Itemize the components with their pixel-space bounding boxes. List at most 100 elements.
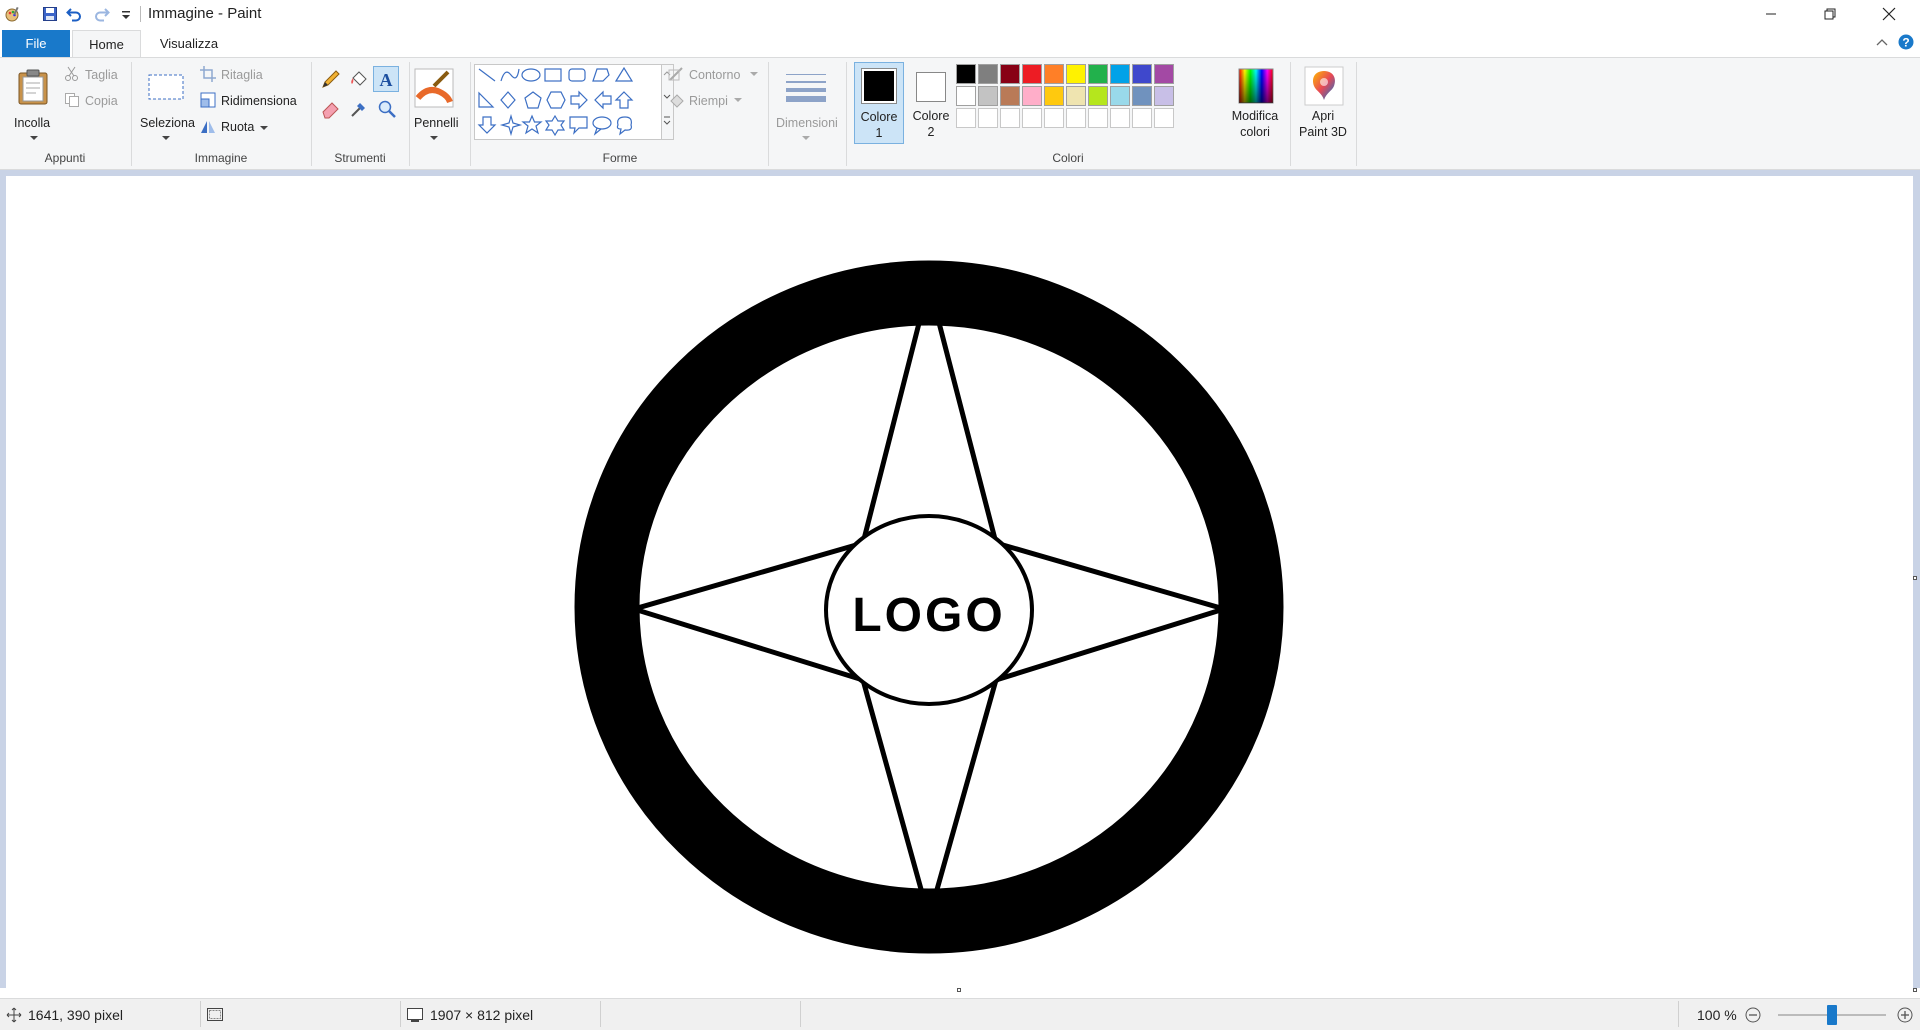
palette-swatch[interactable] xyxy=(1132,86,1152,106)
brush-icon xyxy=(414,68,454,108)
palette-swatch[interactable] xyxy=(956,64,976,84)
close-icon xyxy=(1882,7,1896,21)
fill-button[interactable]: Riempi xyxy=(689,94,728,108)
color2-label: Colore xyxy=(912,109,950,123)
color2-button[interactable]: Colore 2 xyxy=(906,62,956,144)
paint3d-icon xyxy=(1304,66,1344,106)
custom-color-slot[interactable] xyxy=(1110,108,1130,128)
palette-swatch[interactable] xyxy=(1066,64,1086,84)
paint-app-icon[interactable] xyxy=(4,6,20,22)
tab-home[interactable]: Home xyxy=(72,30,141,57)
crop-button[interactable]: Ritaglia xyxy=(221,68,263,82)
svg-text:?: ? xyxy=(1902,36,1909,50)
resize-handle-right[interactable] xyxy=(1913,576,1917,580)
shapes-gallery-icons[interactable] xyxy=(475,65,661,139)
custom-color-slot[interactable] xyxy=(1066,108,1086,128)
outline-button[interactable]: Contorno xyxy=(689,68,740,82)
palette-swatch[interactable] xyxy=(978,86,998,106)
zoom-in-icon[interactable] xyxy=(1897,1007,1913,1023)
clipboard-group: Incolla Taglia Copia Appunti xyxy=(0,58,130,169)
open-paint3d-button[interactable]: Apri Paint 3D xyxy=(1294,62,1352,144)
drawing-canvas[interactable]: LOGO xyxy=(6,176,1913,988)
custom-color-slot[interactable] xyxy=(1000,108,1020,128)
select-dropdown-icon xyxy=(162,136,170,140)
brushes-button[interactable]: Pennelli xyxy=(412,64,459,144)
image-group-label: Immagine xyxy=(194,151,248,165)
minimize-button[interactable] xyxy=(1748,0,1794,28)
fill-dropdown-icon[interactable] xyxy=(734,98,742,104)
magnifier-icon[interactable] xyxy=(376,98,398,120)
custom-color-slot[interactable] xyxy=(1088,108,1108,128)
window-title: Immagine - Paint xyxy=(148,5,262,22)
help-icon[interactable]: ? xyxy=(1898,34,1914,50)
size-label: Dimensioni xyxy=(776,116,838,130)
palette-swatch[interactable] xyxy=(1044,64,1064,84)
palette-swatch[interactable] xyxy=(978,64,998,84)
palette-swatch[interactable] xyxy=(1132,64,1152,84)
image-group: Seleziona Ritaglia Ridimensiona Ruota Im… xyxy=(132,58,310,169)
palette-swatch[interactable] xyxy=(956,86,976,106)
custom-color-slot[interactable] xyxy=(1044,108,1064,128)
eraser-icon[interactable] xyxy=(320,98,342,120)
color1-button[interactable]: Colore 1 xyxy=(854,62,904,144)
collapse-ribbon-icon[interactable] xyxy=(1876,37,1888,47)
tab-file[interactable]: File xyxy=(2,30,70,57)
pencil-icon[interactable] xyxy=(320,68,342,90)
cut-button[interactable]: Taglia xyxy=(85,68,118,82)
size-group: Dimensioni xyxy=(770,58,842,169)
palette-swatch[interactable] xyxy=(1088,64,1108,84)
palette-swatch[interactable] xyxy=(1066,86,1086,106)
paint3d-label: Apri xyxy=(1311,109,1335,123)
resize-button[interactable]: Ridimensiona xyxy=(221,94,297,108)
selection-size-icon xyxy=(207,1008,223,1021)
ribbon: Incolla Taglia Copia Appunti Seleziona R… xyxy=(0,57,1920,170)
brushes-label: Pennelli xyxy=(414,116,459,130)
rotate-dropdown-icon[interactable] xyxy=(260,126,268,132)
palette-swatch[interactable] xyxy=(1088,86,1108,106)
select-label: Seleziona xyxy=(140,116,195,130)
color2-swatch xyxy=(919,75,943,99)
palette-swatch[interactable] xyxy=(1022,86,1042,106)
palette-swatch[interactable] xyxy=(1000,64,1020,84)
svg-text:A: A xyxy=(380,70,393,88)
resize-handle-corner[interactable] xyxy=(1913,988,1917,992)
undo-icon[interactable] xyxy=(66,6,82,22)
group-separator xyxy=(768,62,769,166)
zoom-out-icon[interactable] xyxy=(1745,1007,1761,1023)
text-tool-button[interactable]: A xyxy=(373,66,399,92)
select-button[interactable]: Seleziona xyxy=(136,64,195,144)
palette-swatch[interactable] xyxy=(1154,64,1174,84)
size-button[interactable]: Dimensioni xyxy=(772,64,840,144)
cursor-position: 1641, 390 pixel xyxy=(28,1007,123,1023)
custom-color-slot[interactable] xyxy=(1154,108,1174,128)
close-button[interactable] xyxy=(1866,0,1912,28)
palette-swatch[interactable] xyxy=(1110,64,1130,84)
zoom-level: 100 % xyxy=(1697,1007,1737,1023)
restore-button[interactable] xyxy=(1807,0,1853,28)
fill-bucket-icon[interactable] xyxy=(348,68,370,90)
palette-swatch[interactable] xyxy=(1110,86,1130,106)
palette-swatch[interactable] xyxy=(1022,64,1042,84)
status-separator xyxy=(1678,1001,1679,1027)
redo-icon[interactable] xyxy=(94,6,110,22)
status-separator xyxy=(800,1001,801,1027)
palette-swatch[interactable] xyxy=(1154,86,1174,106)
custom-color-slot[interactable] xyxy=(978,108,998,128)
edit-colors-button[interactable]: Modifica colori xyxy=(1226,62,1284,144)
zoom-slider-thumb[interactable] xyxy=(1827,1005,1837,1025)
customize-quick-access-icon[interactable] xyxy=(118,8,134,24)
custom-color-slot[interactable] xyxy=(1022,108,1042,128)
copy-button[interactable]: Copia xyxy=(85,94,118,108)
paste-button[interactable]: Incolla xyxy=(10,64,58,144)
tab-view[interactable]: Visualizza xyxy=(144,30,234,57)
rotate-button[interactable]: Ruota xyxy=(221,120,254,134)
resize-handle-bottom[interactable] xyxy=(957,988,961,992)
color1-number: 1 xyxy=(875,126,883,140)
custom-color-slot[interactable] xyxy=(1132,108,1152,128)
save-icon[interactable] xyxy=(42,6,58,22)
custom-color-slot[interactable] xyxy=(956,108,976,128)
palette-swatch[interactable] xyxy=(1044,86,1064,106)
outline-dropdown-icon[interactable] xyxy=(750,72,758,78)
palette-swatch[interactable] xyxy=(1000,86,1020,106)
color-picker-icon[interactable] xyxy=(348,98,370,120)
